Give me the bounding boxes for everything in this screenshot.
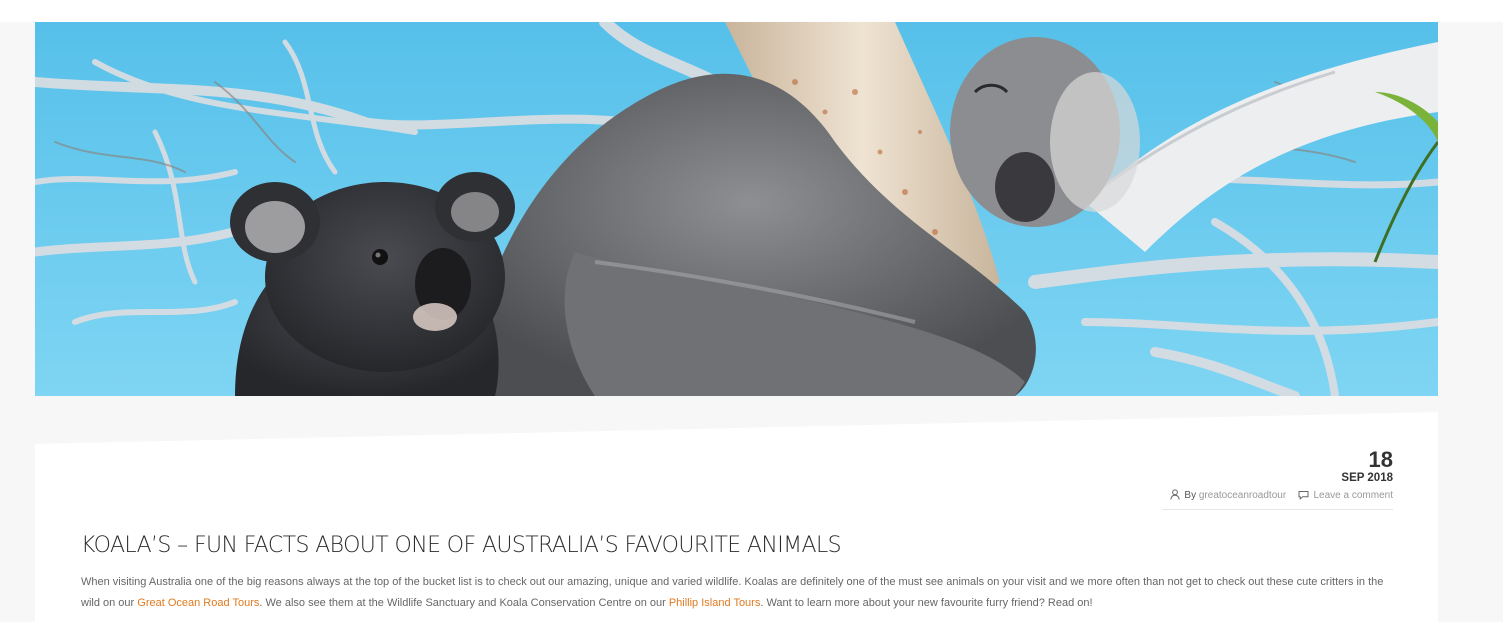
hero-image[interactable] (35, 22, 1438, 396)
page: 18 SEP 2018 By greatoceanroadtour Leave … (0, 0, 1503, 622)
post-meta-by-label: By (1184, 490, 1197, 501)
post-excerpt: When visiting Australia one of the big r… (81, 572, 1401, 614)
top-strip (0, 0, 1503, 22)
post-title[interactable]: KOALA’S – FUN FACTS ABOUT ONE OF AUSTRAL… (81, 532, 842, 560)
post-author-link[interactable]: greatoceanroadtour (1199, 490, 1286, 501)
post-date-day: 18 (1368, 447, 1393, 472)
phillip-island-tours-link[interactable]: Phillip Island Tours (669, 597, 761, 609)
post-excerpt-text-2: . We also see them at the Wildlife Sanct… (259, 597, 669, 609)
user-icon (1169, 489, 1180, 505)
leave-comment-link[interactable]: Leave a comment (1314, 490, 1394, 501)
post-card: 18 SEP 2018 By greatoceanroadtour Leave … (35, 412, 1438, 622)
post-excerpt-text-3: . Want to learn more about your new favo… (760, 597, 1093, 609)
post-meta: By greatoceanroadtour Leave a comment (1161, 489, 1394, 510)
post-date-month-year: SEP 2018 (1341, 472, 1393, 484)
card-slant-decoration (35, 412, 1438, 444)
great-ocean-road-tours-link[interactable]: Great Ocean Road Tours (137, 597, 259, 609)
comment-icon (1298, 490, 1309, 505)
koala-photo-illustration (35, 22, 1438, 396)
